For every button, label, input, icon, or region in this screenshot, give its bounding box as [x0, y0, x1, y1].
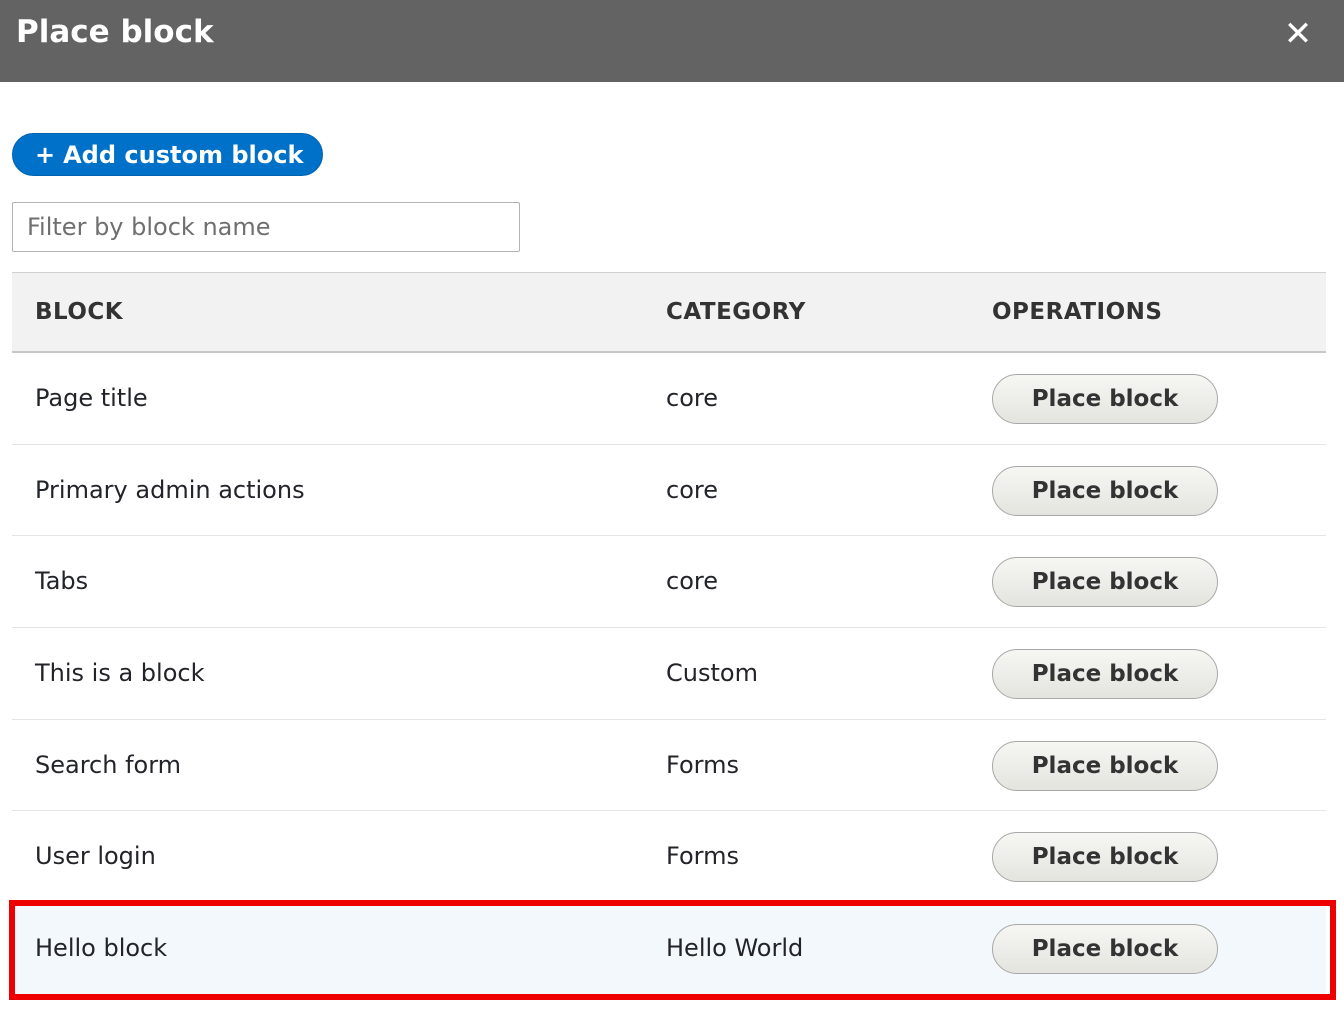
place-block-button[interactable]: Place block: [992, 557, 1218, 608]
block-name: Search form: [35, 750, 182, 779]
add-custom-block-button[interactable]: + Add custom block: [12, 133, 323, 176]
place-block-button[interactable]: Place block: [992, 832, 1218, 883]
table-row: Search form Forms Place block: [12, 719, 1326, 812]
block-name: This is a block: [35, 659, 205, 688]
block-name: Primary admin actions: [35, 475, 305, 504]
block-category: core: [666, 475, 718, 504]
block-category: core: [666, 567, 718, 596]
header-category: CATEGORY: [666, 299, 806, 325]
place-block-button[interactable]: Place block: [992, 465, 1218, 516]
table-header: BLOCK CATEGORY OPERATIONS: [12, 272, 1326, 353]
dialog-title: Place block: [16, 14, 214, 50]
add-custom-block-label: Add custom block: [63, 140, 304, 169]
dialog-titlebar: Place block ✕: [0, 0, 1344, 82]
blocks-table: BLOCK CATEGORY OPERATIONS Page title cor…: [12, 272, 1326, 995]
close-icon[interactable]: ✕: [1276, 14, 1320, 54]
table-row: This is a block Custom Place block: [12, 628, 1326, 720]
table-row: User login Forms Place block: [12, 811, 1326, 904]
block-category: Forms: [666, 750, 739, 779]
place-block-button[interactable]: Place block: [992, 374, 1218, 424]
block-category: core: [666, 384, 718, 412]
table-row: Page title core Place block: [12, 353, 1326, 445]
block-name: User login: [35, 842, 156, 871]
filter-block-name-input[interactable]: [12, 202, 520, 252]
block-category: Forms: [666, 842, 739, 871]
block-name: Page title: [35, 384, 148, 412]
table-row: Tabs core Place block: [12, 536, 1326, 629]
place-block-button[interactable]: Place block: [992, 924, 1218, 975]
block-category: Hello World: [666, 934, 804, 963]
block-category: Custom: [666, 659, 758, 688]
place-block-button[interactable]: Place block: [992, 649, 1218, 700]
table-row-highlighted: Hello block Hello World Place block: [12, 903, 1326, 995]
place-block-button[interactable]: Place block: [992, 740, 1218, 791]
block-name: Tabs: [35, 567, 89, 596]
block-name: Hello block: [35, 934, 168, 963]
table-row: Primary admin actions core Place block: [12, 444, 1326, 537]
plus-icon: +: [35, 140, 56, 169]
header-block: BLOCK: [35, 299, 124, 325]
header-operations: OPERATIONS: [992, 299, 1163, 325]
